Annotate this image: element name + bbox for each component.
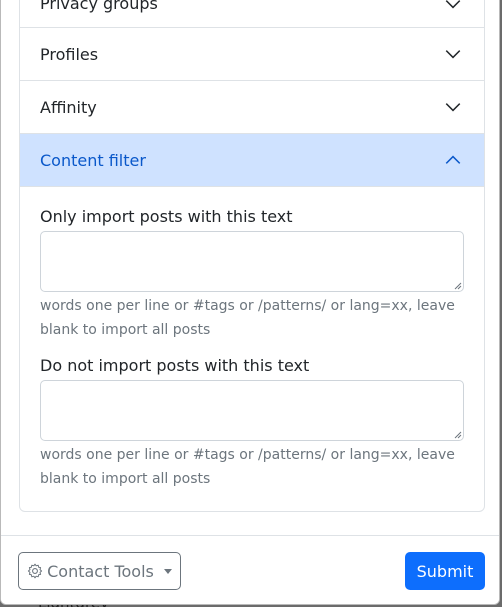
contact-settings-modal: Privacy groups Profiles Affinity Content… xyxy=(0,0,500,605)
submit-button[interactable]: Submit xyxy=(405,552,485,590)
accordion-header-label: Content filter xyxy=(40,150,146,170)
include-filter-help: words one per line or #tags or /patterns… xyxy=(40,298,455,338)
include-filter-textarea[interactable] xyxy=(40,231,464,292)
resize-handle-icon[interactable] xyxy=(452,280,462,290)
content-filter-panel: Only import posts with this text words o… xyxy=(20,187,484,511)
chevron-up-icon xyxy=(444,151,462,169)
accordion-header-profiles[interactable]: Profiles xyxy=(20,28,484,81)
resize-handle-icon[interactable] xyxy=(452,429,462,439)
settings-accordion: Privacy groups Profiles Affinity Content… xyxy=(19,0,485,512)
contact-tools-label: Contact Tools xyxy=(47,561,154,581)
accordion-header-label: Privacy groups xyxy=(40,0,158,13)
exclude-filter-label: Do not import posts with this text xyxy=(40,356,310,375)
gear-icon xyxy=(27,563,43,579)
accordion-header-content-filter[interactable]: Content filter xyxy=(20,134,484,187)
chevron-down-icon xyxy=(444,0,462,13)
include-filter-label: Only import posts with this text xyxy=(40,207,293,226)
chevron-down-icon xyxy=(444,45,462,63)
chevron-down-icon xyxy=(444,98,462,116)
modal-body: Privacy groups Profiles Affinity Content… xyxy=(1,0,499,535)
modal-footer: Contact Tools Submit xyxy=(1,535,499,604)
exclude-filter-help: words one per line or #tags or /patterns… xyxy=(40,447,455,487)
accordion-header-label: Affinity xyxy=(40,97,97,117)
accordion-header-affinity[interactable]: Affinity xyxy=(20,81,484,134)
contact-tools-dropdown-button[interactable]: Contact Tools xyxy=(18,552,181,590)
exclude-filter-textarea[interactable] xyxy=(40,380,464,441)
caret-down-icon xyxy=(163,568,172,574)
accordion-header-label: Profiles xyxy=(40,44,99,64)
accordion-header-privacy-groups[interactable]: Privacy groups xyxy=(20,0,484,28)
